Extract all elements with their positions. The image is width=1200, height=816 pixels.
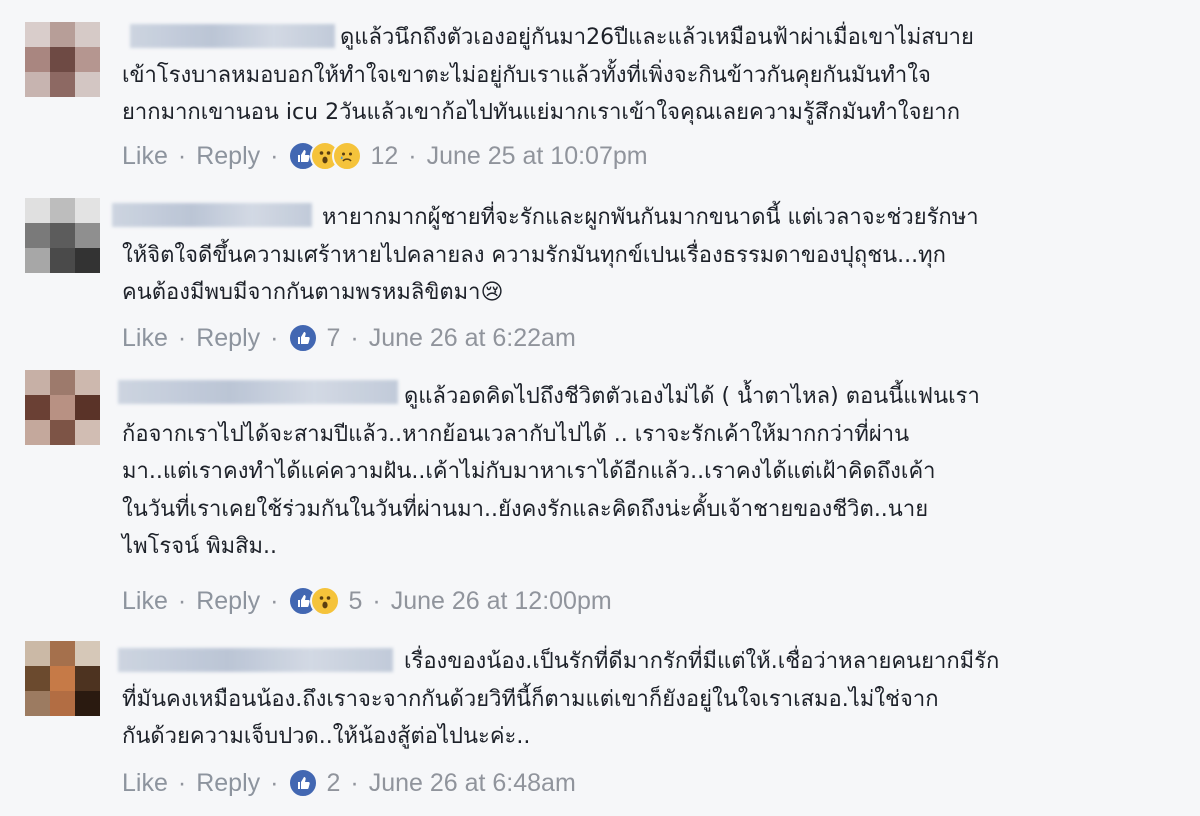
comment-line: ไพโรจน์ พิมสิม.. [122,534,278,559]
separator: · [270,323,279,352]
like-icon [288,323,319,353]
comment-timestamp[interactable]: June 26 at 6:22am [369,324,576,353]
reaction-count[interactable]: 12 [370,142,398,171]
comment-line: เรื่องของน้อง.เป็นรักที่ดีมากรักที่มีแต่… [404,649,1000,674]
reply-link[interactable]: Reply [196,142,260,171]
separator: · [350,768,359,797]
reply-link[interactable]: Reply [196,324,260,353]
comment-actions: Like · Reply · 7 · June 26 at 6:22am [122,320,576,356]
separator: · [372,586,381,615]
like-link[interactable]: Like [122,324,168,353]
comment-line: คนต้องมีพบมีจากกันตามพรหมลิขิตมา😢 [122,280,504,305]
reaction-icons[interactable] [288,323,319,353]
avatar[interactable] [25,370,100,445]
comment-actions: Like · Reply · 5 · June 26 at 12:00pm [122,583,612,619]
like-icon [288,768,319,798]
comment-line: ดูแล้วอดคิดไปถึงชีวิตตัวเองไม่ได้ ( น้ำต… [404,384,980,409]
comment-text: หายากมากผู้ชายที่จะรักและผูกพันกันมากขนา… [122,199,1172,312]
avatar[interactable] [25,22,100,97]
comment-thread: ดูแล้วนึกถึงตัวเองอยู่กันมา26ปีและแล้วเห… [0,0,1200,816]
comment-line: ยากมากเขานอน icu 2วันแล้วเขาก้อไปทันแย่ม… [122,100,961,125]
avatar[interactable] [25,198,100,273]
comment-line: ที่มันคงเหมือนน้อง.ถึงเราจะจากกันด้วยวิท… [122,686,939,712]
avatar[interactable] [25,641,100,716]
comment-actions: Like · Reply · 12 · June 25 at 10:07pm [122,138,648,174]
comment-line: เข้าโรงบาลหมอบอกให้ทำใจเขาตะไม่อยู่กับเร… [122,62,931,88]
comment-line: ในวันที่เราเคยใช้ร่วมกันในวันที่ผ่านมา..… [122,496,929,522]
wow-icon [310,586,341,616]
comment-text: เรื่องของน้อง.เป็นรักที่ดีมากรักที่มีแต่… [122,643,1172,756]
comment-line: มา..แต่เราคงทำได้แค่ความฝัน..เค้าไม่กับม… [122,459,936,484]
separator: · [177,768,187,797]
comment-line: หายากมากผู้ชายที่จะรักและผูกพันกันมากขนา… [322,205,979,230]
reaction-icons[interactable] [288,768,319,798]
comment-timestamp[interactable]: June 26 at 6:48am [369,769,576,798]
comment-timestamp[interactable]: June 26 at 12:00pm [391,587,612,616]
reaction-count[interactable]: 5 [348,587,362,616]
sad-icon [332,141,363,171]
separator: · [270,768,279,797]
separator: · [270,586,279,615]
comment-text: ดูแล้วอดคิดไปถึงชีวิตตัวเองไม่ได้ ( น้ำต… [122,378,1172,566]
comment-line: ให้จิตใจดีขึ้นความเศร้าหายไปคลายลง ความร… [122,242,946,268]
comment-text: ดูแล้วนึกถึงตัวเองอยู่กันมา26ปีและแล้วเห… [122,19,1172,132]
separator: · [177,323,187,352]
separator: · [177,586,187,615]
reaction-count[interactable]: 2 [326,769,340,798]
separator: · [177,141,187,170]
reaction-count[interactable]: 7 [326,324,340,353]
reaction-icons[interactable] [288,141,363,171]
comment-line: กันด้วยความเจ็บปวด..ให้น้องสู้ต่อไปนะค่ะ… [122,724,531,749]
reaction-icons[interactable] [288,586,341,616]
comment-timestamp[interactable]: June 25 at 10:07pm [427,142,648,171]
separator: · [350,323,359,352]
like-link[interactable]: Like [122,142,168,171]
separator: · [270,141,279,170]
separator: · [408,141,417,170]
like-link[interactable]: Like [122,769,168,798]
like-link[interactable]: Like [122,587,168,616]
reply-link[interactable]: Reply [196,769,260,798]
reply-link[interactable]: Reply [196,587,260,616]
comment-line: ดูแล้วนึกถึงตัวเองอยู่กันมา26ปีและแล้วเห… [340,25,974,50]
comment-line: ก้อจากเราไปได้จะสามปีแล้ว..หากย้อนเวลากั… [122,421,910,447]
comment-actions: Like · Reply · 2 · June 26 at 6:48am [122,765,576,801]
